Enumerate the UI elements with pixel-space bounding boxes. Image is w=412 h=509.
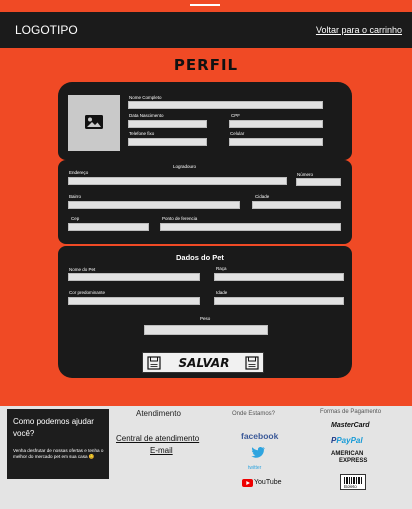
central-atendimento-link[interactable]: Central de atendimento — [116, 434, 199, 443]
top-strip — [0, 0, 412, 10]
cep-input[interactable] — [68, 223, 149, 231]
help-text: Venha desfrutar de nossas ofertas e tenh… — [13, 448, 104, 459]
atendimento-title: Atendimento — [136, 409, 181, 418]
boleto-label: Boleto — [344, 484, 357, 489]
peso-label: Peso — [200, 316, 211, 321]
save-label: SALVAR — [178, 356, 230, 370]
barcode-icon — [344, 477, 362, 484]
cpf-label: CPF — [231, 113, 240, 118]
logradouro-label: Logradouro — [173, 164, 197, 169]
raca-label: Raça — [216, 266, 227, 271]
youtube-link[interactable]: YouTube — [254, 479, 282, 486]
referencia-input[interactable] — [160, 223, 341, 231]
facebook-link[interactable]: facebook — [241, 431, 278, 441]
nascimento-input[interactable] — [128, 120, 207, 128]
profile-photo-placeholder[interactable] — [68, 95, 120, 151]
email-link[interactable]: E-mail — [150, 446, 173, 455]
raca-input[interactable] — [214, 273, 344, 281]
pet-nome-input[interactable] — [68, 273, 200, 281]
pet-section-title: Dados do Pet — [176, 253, 224, 262]
cor-input[interactable] — [68, 297, 200, 305]
page-title: PERFIL — [173, 56, 239, 74]
bairro-input[interactable] — [68, 201, 240, 209]
paypal-logo: PPayPal — [331, 436, 363, 445]
boleto-logo: Boleto — [340, 474, 366, 490]
nome-label: Nome Completo — [129, 95, 162, 100]
numero-input[interactable] — [296, 178, 341, 186]
cep-label: Cep — [71, 216, 80, 221]
back-to-cart-link[interactable]: Voltar para o carrinho — [316, 25, 402, 35]
amex-logo: AMERICAN EXPRESS — [331, 451, 368, 464]
cidade-label: Cidade — [255, 194, 270, 199]
telefone-input[interactable] — [128, 138, 207, 146]
pet-nome-label: Nome do Pet — [69, 267, 96, 272]
save-button[interactable]: SALVAR — [142, 352, 264, 373]
header: LOGOTIPO Voltar para o carrinho — [0, 12, 412, 48]
twitter-bird-icon — [251, 446, 265, 458]
nascimento-label: Data Nascimento — [129, 113, 164, 118]
onde-estamos-title: Onde Estamos? — [232, 411, 276, 417]
help-title: Como podemos ajudar você? — [13, 417, 94, 438]
top-handle — [190, 4, 220, 6]
floppy-disk-icon — [245, 356, 259, 370]
image-icon — [85, 115, 103, 129]
referencia-label: Ponto de ferencia — [162, 216, 198, 221]
cidade-input[interactable] — [252, 201, 341, 209]
twitter-link[interactable]: twitter — [248, 465, 261, 471]
floppy-disk-icon — [147, 356, 161, 370]
nome-input[interactable] — [128, 101, 323, 109]
endereco-input[interactable] — [68, 177, 287, 185]
peso-input[interactable] — [144, 325, 268, 335]
celular-input[interactable] — [229, 138, 323, 146]
mastercard-logo: MasterCard — [331, 422, 370, 429]
celular-label: Celular — [230, 131, 245, 136]
idade-input[interactable] — [214, 297, 344, 305]
bairro-label: Bairro — [69, 194, 82, 199]
endereco-label: Endereço — [69, 170, 89, 175]
cor-label: Cor predominante — [69, 290, 106, 295]
numero-label: Número — [297, 172, 314, 177]
pagamento-title: Formas de Pagamento — [320, 409, 382, 415]
help-box: Como podemos ajudar você? Venha desfruta… — [7, 409, 109, 479]
idade-label: Idade — [216, 290, 228, 295]
cpf-input[interactable] — [229, 120, 323, 128]
youtube-play-icon — [242, 479, 253, 487]
telefone-label: Telefone fixo — [129, 131, 155, 136]
logo: LOGOTIPO — [15, 23, 78, 37]
